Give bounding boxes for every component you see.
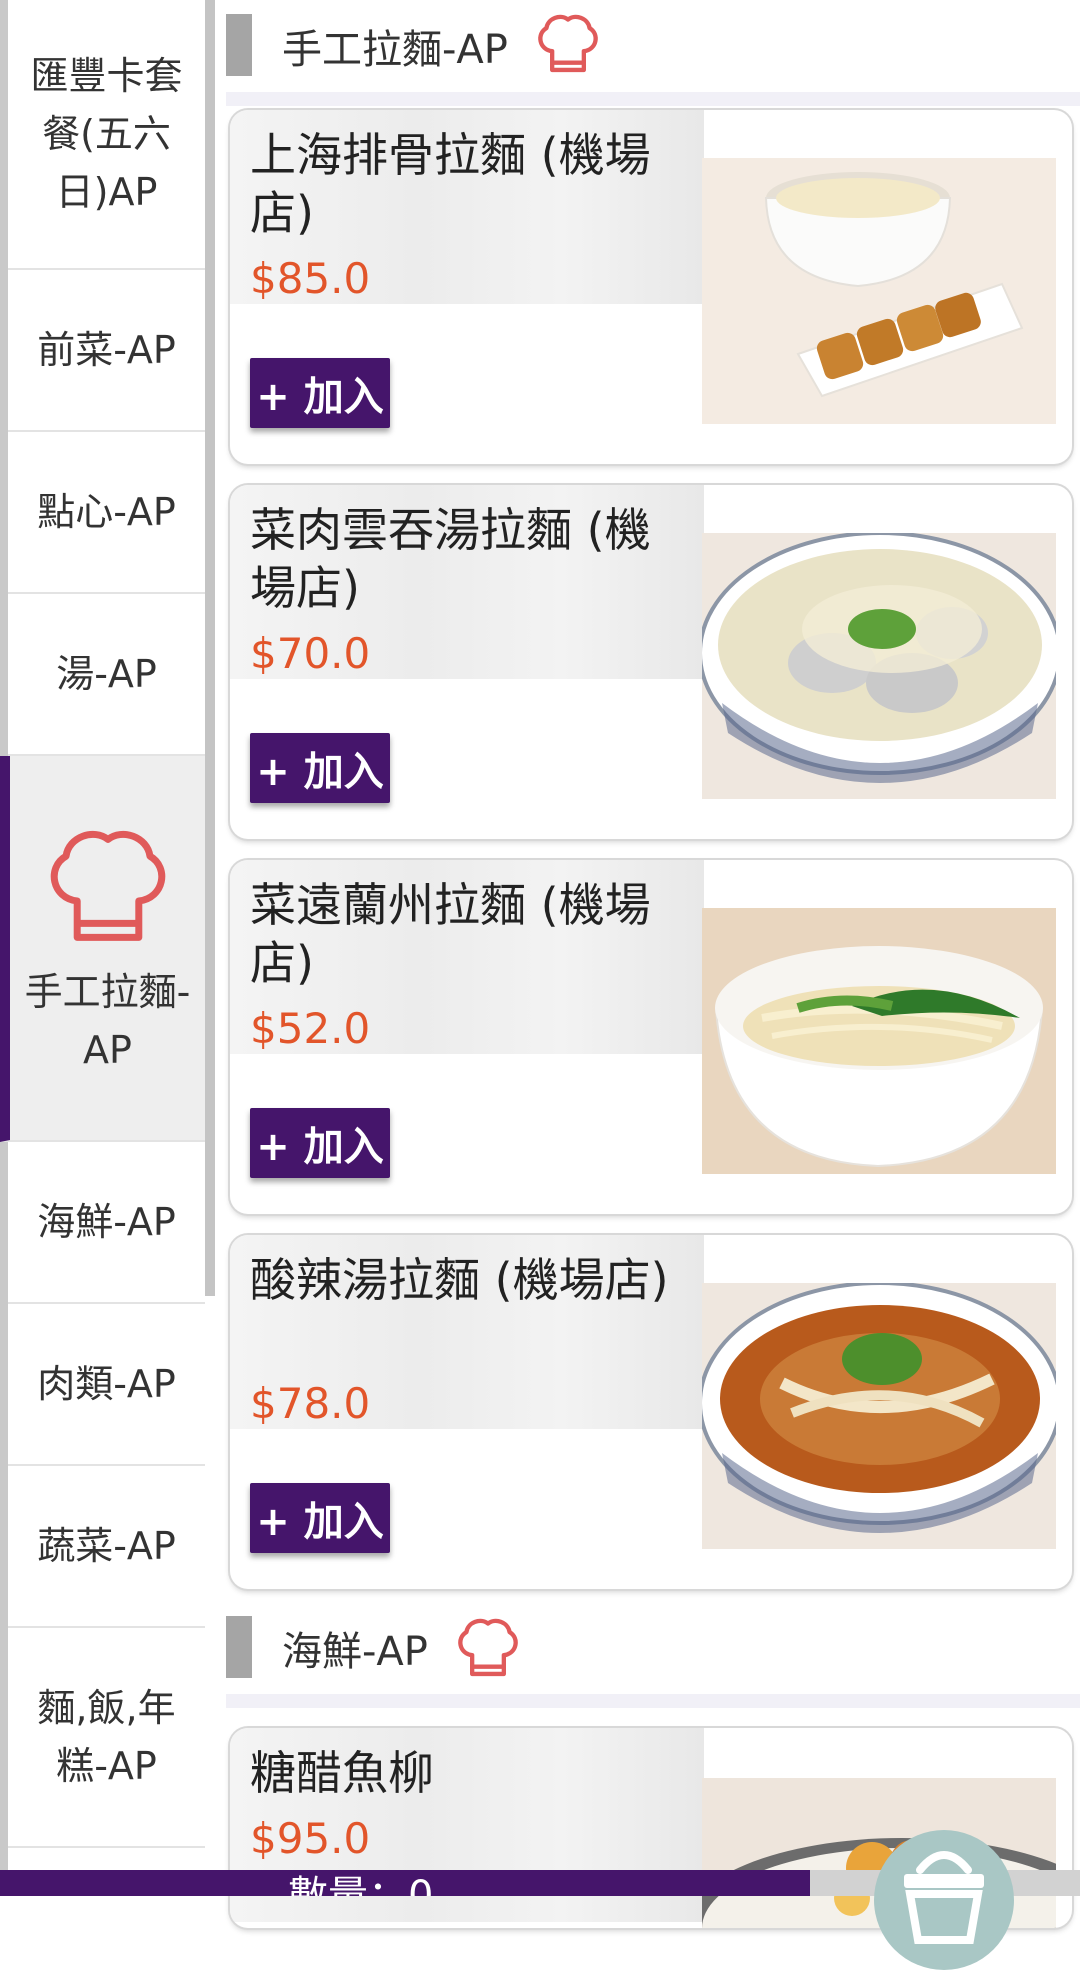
item-price: $85.0 xyxy=(250,254,371,303)
menu-list: 手工拉麵-AP 上海排骨拉麵 (機場店) $85.0 + 加入 菜肉雲吞湯拉麵 … xyxy=(226,0,1080,1928)
category-sidebar: 匯豐卡套餐(五六日)AP 前菜-AP 點心-AP 湯-AP 手工拉麵-AP 海鮮… xyxy=(0,0,215,1870)
category-item-soup[interactable]: 湯-AP xyxy=(8,594,205,756)
section-title: 海鮮-AP xyxy=(282,1629,428,1675)
category-item-seafood[interactable]: 海鮮-AP xyxy=(8,1142,205,1304)
item-name: 菜遠蘭州拉麵 (機場店) xyxy=(250,878,651,990)
basket-icon xyxy=(904,1851,984,1944)
sidebar-scrollbar[interactable] xyxy=(205,0,215,1296)
category-item-hsbc-set[interactable]: 匯豐卡套餐(五六日)AP xyxy=(8,0,205,270)
menu-item-card: 菜肉雲吞湯拉麵 (機場店) $70.0 + 加入 xyxy=(230,485,1072,839)
section-header: 海鮮-AP xyxy=(226,1602,1080,1694)
category-item-noodles-rice[interactable]: 麵,飯,年糕-AP xyxy=(8,1628,205,1848)
item-name: 糖醋魚柳 xyxy=(250,1746,434,1800)
category-label: 前菜-AP xyxy=(37,328,176,372)
item-name: 菜肉雲吞湯拉麵 (機場店) xyxy=(250,503,651,615)
category-label: 湯-AP xyxy=(56,652,157,696)
add-to-cart-button[interactable]: + 加入 xyxy=(250,1483,390,1553)
menu-item-card: 菜遠蘭州拉麵 (機場店) $52.0 + 加入 xyxy=(230,860,1072,1214)
chef-hat-icon xyxy=(458,1618,518,1677)
menu-item-card: 酸辣湯拉麵 (機場店) $78.0 + 加入 xyxy=(230,1235,1072,1589)
category-label: 點心-AP xyxy=(37,490,176,534)
cart-quantity: 數量：0 xyxy=(288,1873,434,1896)
category-label: 蔬菜-AP xyxy=(37,1524,176,1568)
item-name: 酸辣湯拉麵 (機場店) xyxy=(250,1253,669,1307)
item-photo xyxy=(702,533,1056,799)
section-title: 手工拉麵-AP xyxy=(282,27,508,73)
add-to-cart-button[interactable]: + 加入 xyxy=(250,1108,390,1178)
cart-button[interactable] xyxy=(874,1830,1014,1970)
category-item-appetizer[interactable]: 前菜-AP xyxy=(8,270,205,432)
section-marker xyxy=(226,1616,252,1678)
category-item-dimsum[interactable]: 點心-AP xyxy=(8,432,205,594)
menu-item-card: 上海排骨拉麵 (機場店) $85.0 + 加入 xyxy=(230,110,1072,464)
category-label: 匯豐卡套餐(五六日)AP xyxy=(30,54,183,214)
category-label: 手工拉麵-AP xyxy=(24,970,191,1072)
section-divider xyxy=(226,92,1080,106)
category-label: 海鮮-AP xyxy=(37,1200,176,1244)
category-label: 麵,飯,年糕-AP xyxy=(37,1686,176,1788)
section-marker xyxy=(226,14,252,76)
add-to-cart-button[interactable]: + 加入 xyxy=(250,733,390,803)
item-photo xyxy=(702,158,1056,424)
category-item-vegetable[interactable]: 蔬菜-AP xyxy=(8,1466,205,1628)
item-price: $52.0 xyxy=(250,1004,371,1053)
add-to-cart-button[interactable]: + 加入 xyxy=(250,358,390,428)
category-label: 肉類-AP xyxy=(37,1362,176,1406)
chef-hat-icon xyxy=(50,830,165,941)
item-price: $78.0 xyxy=(250,1379,371,1428)
chef-hat-icon xyxy=(538,14,598,73)
category-item-meat[interactable]: 肉類-AP xyxy=(8,1304,205,1466)
item-price: $95.0 xyxy=(250,1814,371,1863)
category-item-handmade-noodles[interactable]: 手工拉麵-AP xyxy=(0,756,205,1142)
item-price: $70.0 xyxy=(250,629,371,678)
item-name: 上海排骨拉麵 (機場店) xyxy=(250,128,651,240)
section-header: 手工拉麵-AP xyxy=(226,0,1080,92)
section-divider xyxy=(226,1694,1080,1708)
item-photo xyxy=(702,1283,1056,1549)
item-photo xyxy=(702,908,1056,1174)
